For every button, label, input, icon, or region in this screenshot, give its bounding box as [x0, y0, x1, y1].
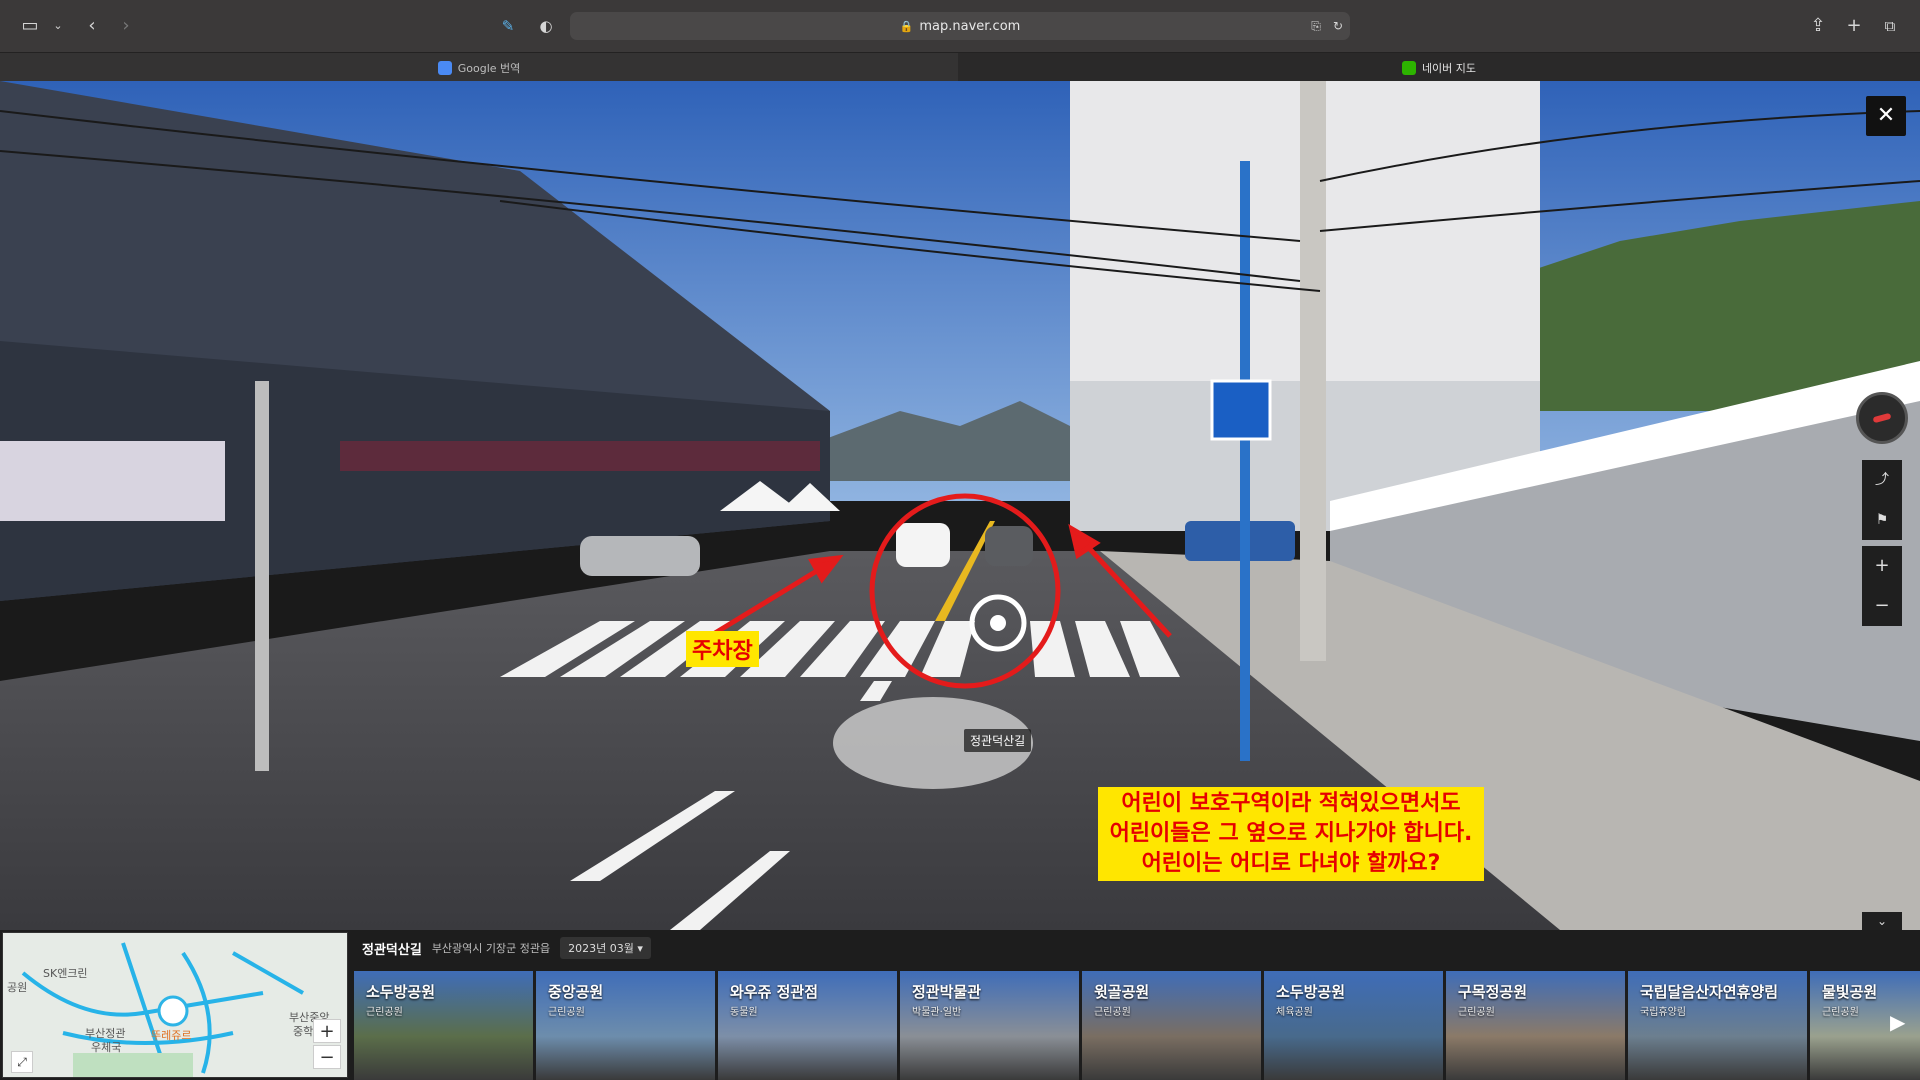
next-arrow-icon[interactable]: ▶ [1890, 1010, 1905, 1034]
tab-google-translate[interactable]: Google 번역 [0, 53, 958, 82]
naver-map-icon [1401, 60, 1416, 75]
nearby-place-card[interactable]: 소두방공원체육공원 [1264, 971, 1443, 1080]
road-name-tag: 정관덕산길 [964, 729, 1032, 752]
annotation-note: 어린이 보호구역이라 적혀있으면서도 어린이들은 그 옆으로 지나가야 합니다.… [1098, 787, 1484, 881]
compass-needle [1872, 412, 1892, 424]
minimap-roads [21, 942, 304, 1077]
place-name: 정관박물관 [912, 983, 982, 1001]
place-category: 근린공원 [1094, 1007, 1131, 1018]
lock-icon: 🔒 [899, 19, 914, 33]
sidebar-toggle-icon[interactable]: ▭ [18, 14, 42, 38]
place-category: 근린공원 [1458, 1007, 1495, 1018]
minimap-zoom-out-button[interactable]: − [313, 1045, 341, 1069]
street-view-panorama[interactable]: 주차장 정관덕산길 어린이 보호구역이라 적혀있으면서도 어린이들은 그 옆으로… [0, 81, 1920, 930]
google-translate-icon [437, 60, 452, 75]
place-category: 체육공원 [1276, 1007, 1313, 1018]
left-signboard [0, 441, 225, 521]
browser-toolbar: ▭ ⌄ ‹ › ✎ ◐ 🔒 map.naver.com ⎘ ↻ ⇪ + ⧉ [0, 0, 1920, 52]
move-target-dot [990, 615, 1006, 631]
minimap[interactable]: SK엔크린 공원 부산정관 우체국 뚜레쥬르 부산중앙 중학 + − ⤢ [2, 932, 348, 1078]
location-info: 정관덕산길 부산광역시 기장군 정관읍 2023년 03월 ▾ [362, 937, 651, 959]
capture-date: 2023년 03월 [568, 942, 634, 955]
map-label: SK엔크린 [43, 967, 88, 980]
expand-map-icon[interactable]: ⤢ [11, 1051, 33, 1073]
tab-label: 네이버 지도 [1421, 61, 1477, 75]
new-tab-icon[interactable]: + [1842, 14, 1866, 38]
map-label: 중학 [293, 1025, 314, 1038]
note-line: 어린이는 어디로 다녀야 할까요? [1141, 851, 1441, 876]
nearby-place-card[interactable]: 와우쥬 정관점동물원 [718, 971, 897, 1080]
place-category: 국립휴양림 [1640, 1007, 1686, 1018]
compass-icon[interactable] [1856, 392, 1908, 444]
place-name: 와우쥬 정관점 [730, 983, 819, 1001]
location-address: 부산광역시 기장군 정관읍 [431, 942, 551, 955]
place-name: 중앙공원 [548, 983, 604, 1001]
mart-awning [340, 441, 820, 471]
bottom-panel: SK엔크린 공원 부산정관 우체국 뚜레쥬르 부산중앙 중학 + − ⤢ 정관덕… [0, 930, 1920, 1080]
utility-pole [1300, 81, 1326, 661]
tab-overview-icon[interactable]: ⧉ [1878, 14, 1902, 38]
share-icon[interactable]: ⇪ [1806, 14, 1830, 38]
chevron-down-icon[interactable]: ⌄ [46, 14, 70, 38]
close-street-view-button[interactable]: ✕ [1866, 96, 1906, 136]
tab-naver-map[interactable]: 네이버 지도 [958, 53, 1920, 82]
dark-car [985, 526, 1033, 566]
place-category: 근린공원 [548, 1007, 585, 1018]
nearby-place-card[interactable]: 정관박물관박물관·일반 [900, 971, 1079, 1080]
nearby-place-card[interactable]: 중앙공원근린공원 [536, 971, 715, 1080]
minimap-zoom-in-button[interactable]: + [313, 1019, 341, 1043]
school-zone-sign-icon [1210, 379, 1272, 441]
map-label: 우체국 [91, 1041, 122, 1054]
sign-pole [255, 381, 269, 771]
place-name: 소두방공원 [366, 983, 436, 1001]
place-name: 국립달음산자연휴양림 [1640, 983, 1779, 1001]
panorama-scene [0, 81, 1920, 930]
white-car [896, 523, 950, 567]
back-icon[interactable]: ‹ [80, 14, 104, 38]
tab-bar: Google 번역 네이버 지도 [0, 52, 1920, 82]
place-category: 박물관·일반 [912, 1007, 962, 1018]
nearby-place-card[interactable]: 윗골공원근린공원 [1082, 971, 1261, 1080]
place-category: 근린공원 [1822, 1007, 1859, 1018]
shield-icon[interactable]: ◐ [534, 14, 558, 38]
parked-car [580, 536, 700, 576]
report-button[interactable]: ⚑ [1862, 500, 1902, 540]
extension-icon[interactable]: ✎ [496, 14, 520, 38]
location-title: 정관덕산길 [362, 942, 422, 958]
tab-label: Google 번역 [457, 61, 521, 75]
collapse-panel-button[interactable]: ⌄ [1862, 912, 1902, 930]
reload-icon[interactable]: ↻ [1326, 14, 1350, 38]
note-line: 어린이 보호구역이라 적혀있으면서도 [1121, 791, 1461, 816]
translate-icon[interactable]: ⎘ [1304, 14, 1328, 38]
map-label: 공원 [7, 981, 28, 994]
lamp-pole [1240, 161, 1250, 761]
parking-label: 주차장 [686, 631, 759, 667]
place-category: 동물원 [730, 1007, 758, 1018]
nearby-places-strip: 소두방공원 근린공원 중앙공원 근린공원 와우쥬 정관점 동물원 정관박물관 박물관·일반 윗골… [354, 971, 1920, 1080]
place-category: 근린공원 [366, 1007, 403, 1018]
forward-icon[interactable]: › [114, 14, 138, 38]
nearby-place-card[interactable]: 구목정공원근린공원 [1446, 971, 1625, 1080]
capture-date-dropdown[interactable]: 2023년 03월 ▾ [560, 937, 651, 959]
place-name: 구목정공원 [1458, 983, 1528, 1001]
url-text: map.naver.com [919, 18, 1021, 34]
zoom-in-button[interactable]: + [1862, 546, 1902, 586]
nearby-place-card[interactable]: 소두방공원근린공원 [354, 971, 533, 1080]
map-label: 뚜레쥬르 [151, 1029, 192, 1042]
nearby-place-card[interactable]: 국립달음산자연휴양림국립휴양림 [1628, 971, 1807, 1080]
place-name: 윗골공원 [1094, 983, 1150, 1001]
share-view-button[interactable]: ⤴ [1862, 460, 1902, 500]
place-name: 소두방공원 [1276, 983, 1346, 1001]
place-name: 물빛공원 [1822, 983, 1878, 1001]
zoom-out-button[interactable]: − [1862, 586, 1902, 626]
address-bar[interactable]: 🔒 map.naver.com [570, 12, 1350, 40]
note-line: 어린이들은 그 옆으로 지나가야 합니다. [1109, 821, 1473, 846]
